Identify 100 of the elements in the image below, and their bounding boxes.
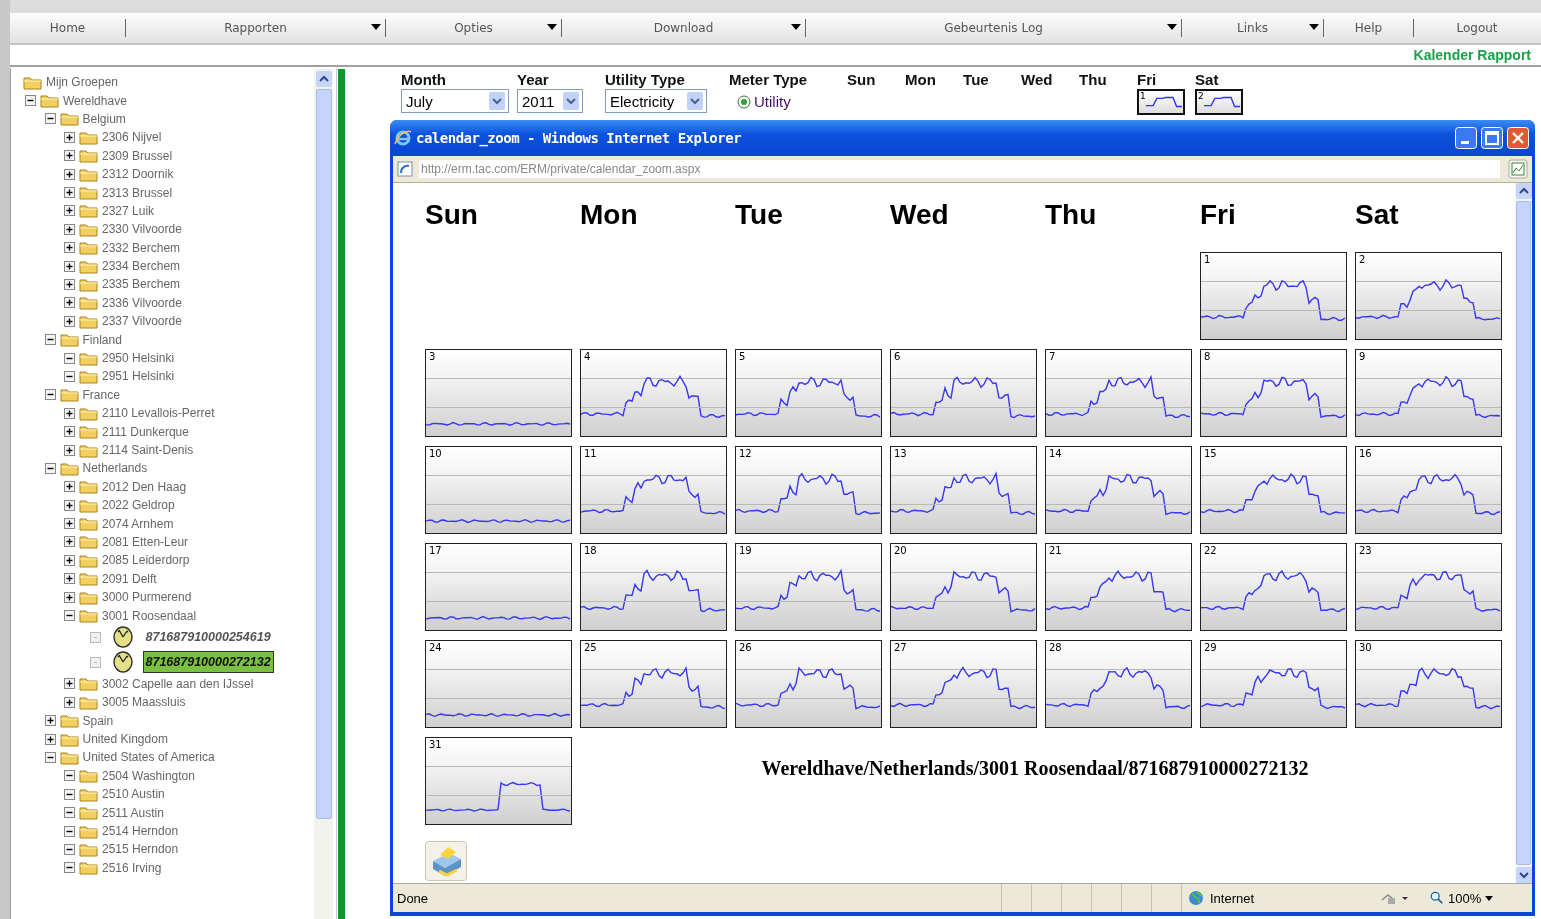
tree-item[interactable]: 2306 Nijvel (102, 130, 162, 145)
day-thumbnail[interactable]: 12 (735, 446, 882, 534)
tree-item[interactable]: 2516 Irving (102, 860, 162, 875)
meter-item[interactable]: 871687910000254619 (142, 626, 274, 649)
minimize-icon[interactable] (1455, 127, 1477, 149)
tree-item[interactable]: 2114 Saint-Denis (102, 443, 194, 457)
day-thumbnail[interactable]: 23 (1355, 543, 1502, 631)
day-thumbnail[interactable]: 10 (425, 446, 572, 534)
menu-item[interactable]: Gebeurtenis Log (806, 19, 1182, 37)
day-thumbnail[interactable]: 13 (890, 446, 1037, 534)
tree-item[interactable]: 2081 Etten-Leur (102, 534, 189, 549)
tree-item[interactable]: 3002 Capelle aan den IJssel (102, 676, 254, 691)
collapse-icon[interactable] (64, 862, 75, 874)
day-thumbnail[interactable]: 11 (580, 446, 727, 534)
menu-item[interactable]: Opties (386, 19, 562, 37)
menu-item[interactable]: Logout (1414, 19, 1540, 37)
day-thumbnail[interactable]: 16 (1355, 446, 1502, 534)
tree-item[interactable]: Belgium (82, 111, 126, 126)
day-thumbnail[interactable]: 20 (890, 543, 1037, 631)
scroll-up-icon[interactable] (315, 71, 332, 87)
tree-item[interactable]: 2334 Berchem (102, 259, 181, 274)
collapse-icon[interactable] (64, 610, 75, 621)
printer-icon[interactable] (425, 841, 467, 881)
tree-item[interactable]: 2951 Helsinki (102, 369, 175, 384)
expand-icon[interactable] (64, 591, 75, 603)
maximize-icon[interactable] (1481, 127, 1503, 149)
tree-item[interactable]: 2313 Brussel (102, 185, 173, 200)
tree-item[interactable]: 2012 Den Haag (102, 479, 187, 494)
expand-icon[interactable] (64, 481, 75, 493)
scrollbar[interactable] (314, 69, 333, 919)
expand-icon[interactable] (64, 678, 75, 690)
day-thumbnail[interactable]: 28 (1045, 640, 1192, 728)
expand-icon[interactable] (64, 554, 75, 566)
day-thumbnail[interactable]: 17 (425, 543, 572, 631)
zoom-control[interactable]: 100% (1426, 890, 1498, 906)
day-thumbnail[interactable]: 4 (580, 349, 727, 437)
tree-item[interactable]: 3001 Roosendaal (102, 608, 197, 623)
tree-item[interactable]: Netherlands (82, 461, 148, 476)
tree-item[interactable]: 3005 Maassluis (102, 695, 186, 710)
expand-icon[interactable] (64, 242, 75, 254)
menu-item[interactable]: Help (1324, 19, 1414, 37)
tree-item[interactable]: Spain (82, 713, 114, 728)
collapse-icon[interactable] (44, 751, 56, 763)
tree-item[interactable]: 2510 Austin (102, 787, 165, 802)
expand-icon[interactable] (64, 205, 75, 217)
day-thumbnail[interactable]: 7 (1045, 349, 1192, 437)
collapse-icon[interactable] (64, 807, 75, 819)
meter-item[interactable]: 871687910000272132 (142, 651, 274, 674)
day-thumbnail[interactable]: 18 (580, 543, 727, 631)
day-thumbnail[interactable]: 2 (1355, 252, 1502, 340)
utility-type-select[interactable]: Electricity (605, 89, 707, 113)
tree-item[interactable]: 2336 Vilvoorde (102, 295, 182, 310)
expand-icon[interactable] (64, 426, 75, 438)
day-thumbnail[interactable]: 6 (890, 349, 1037, 437)
collapse-icon[interactable] (44, 113, 56, 125)
collapse-icon[interactable] (64, 825, 75, 837)
collapse-icon[interactable] (64, 770, 75, 782)
expand-icon[interactable] (64, 150, 75, 162)
tree-item[interactable]: Mijn Groepen (46, 75, 119, 90)
expand-icon[interactable] (64, 407, 75, 419)
day-thumbnail[interactable]: 31 (425, 737, 572, 825)
menu-item[interactable]: Links (1182, 19, 1324, 37)
expand-icon[interactable] (64, 260, 75, 272)
tree-item[interactable]: 2327 Luik (102, 203, 155, 218)
tree-item[interactable]: 2309 Brussel (102, 148, 173, 163)
collapse-icon[interactable] (44, 389, 56, 401)
day-thumbnail[interactable]: 30 (1355, 640, 1502, 728)
expand-icon[interactable] (64, 696, 75, 708)
day-thumbnail[interactable]: 14 (1045, 446, 1192, 534)
menu-item[interactable]: Home (10, 19, 126, 37)
expand-icon[interactable] (64, 297, 75, 309)
expand-icon[interactable] (64, 279, 75, 290)
day-thumbnail[interactable]: 3 (425, 349, 572, 437)
day-thumbnail[interactable]: 5 (735, 349, 882, 437)
tree-item[interactable]: 2950 Helsinki (102, 351, 175, 366)
expand-icon[interactable] (64, 131, 75, 143)
tree-item[interactable]: 2085 Leiderdorp (102, 553, 190, 568)
expand-icon[interactable] (64, 187, 75, 199)
day-thumbnail[interactable]: 22 (1200, 543, 1347, 631)
scrollbar[interactable] (1515, 183, 1532, 883)
tree-item[interactable]: 2022 Geldrop (102, 498, 175, 513)
tree-item[interactable]: Finland (82, 332, 122, 347)
day-thumbnail[interactable]: 15 (1200, 446, 1347, 534)
expand-icon[interactable] (64, 518, 75, 530)
menu-item[interactable]: Download (562, 19, 806, 37)
month-select[interactable]: July (401, 89, 509, 113)
tree-item[interactable]: 2515 Herndon (102, 842, 179, 857)
day-thumbnail[interactable]: 27 (890, 640, 1037, 728)
tree-item[interactable]: 2091 Delft (102, 571, 157, 586)
tree-item[interactable]: 2332 Berchem (102, 240, 181, 255)
day-thumbnail[interactable]: 19 (735, 543, 882, 631)
collapse-icon[interactable] (64, 843, 75, 855)
collapse-icon[interactable] (25, 95, 36, 107)
day-thumbnail[interactable]: 8 (1200, 349, 1347, 437)
tree-item[interactable]: 2514 Herndon (102, 824, 179, 839)
tree-item[interactable]: 2312 Doornik (102, 167, 174, 182)
day-thumbnail[interactable]: 25 (580, 640, 727, 728)
tree-item[interactable]: France (82, 387, 120, 402)
tree-item[interactable]: 2074 Arnhem (102, 516, 174, 531)
expand-icon[interactable] (64, 573, 75, 585)
